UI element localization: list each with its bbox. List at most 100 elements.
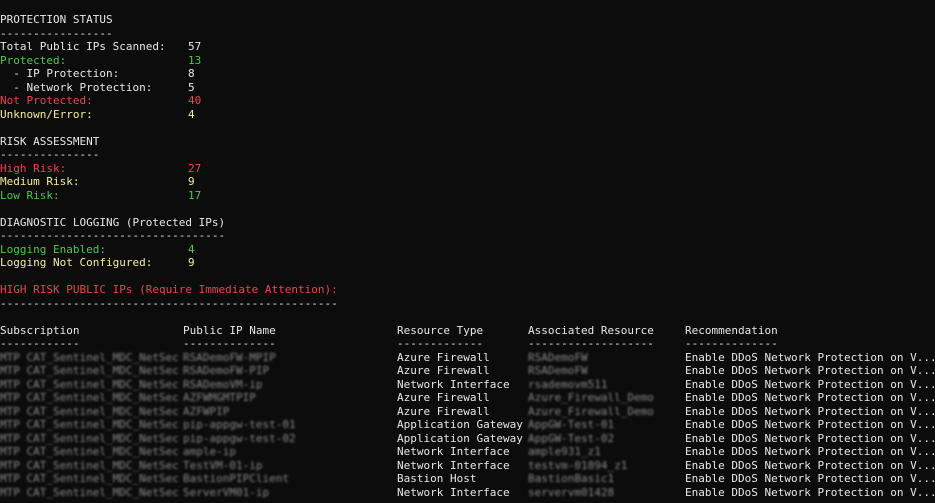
logging-row: Logging Enabled: 4 bbox=[0, 243, 260, 257]
table-row-cell-1: TestVM-01-ip bbox=[183, 458, 263, 472]
table-row-cell-3: AppGW-Test-01 bbox=[528, 418, 615, 431]
table-row-cell-1: RSADemoFW-MPIP bbox=[183, 350, 276, 364]
table-row-cell-0: MTP CAT_Sentinel_MDC_NetSec bbox=[0, 431, 179, 445]
table-row-cell-0: MTP CAT_Sentinel_MDC_NetSec bbox=[0, 485, 179, 499]
table-row-cell-3: RSADemoFW bbox=[528, 350, 588, 364]
table-row: MTP CAT_Sentinel_MDC_NetSec pip-appgw-tes… bbox=[0, 432, 935, 446]
table-row-cell-0: MTP CAT_Sentinel_MDC_NetSec bbox=[0, 377, 179, 391]
protection-label: - IP Protection: bbox=[0, 67, 120, 80]
table-row-cell-2: Application Gateway bbox=[397, 431, 523, 445]
table-row-cell-2: Network Interface bbox=[397, 458, 510, 472]
table-row-cell-0: MTP CAT_Sentinel_MDC_NetSec bbox=[0, 445, 179, 458]
protection-label: Not Protected: bbox=[0, 94, 93, 107]
risk-value: 27 bbox=[188, 161, 202, 175]
protection-row: Total Public IPs Scanned: 57 bbox=[0, 40, 260, 54]
table-row-cell-2: Azure Firewall bbox=[397, 350, 490, 364]
table-rule-cell-0: ------------ bbox=[0, 337, 80, 350]
table-row: MTP CAT_Sentinel_MDC_NetSec RSADemoVM-ip N… bbox=[0, 378, 935, 392]
table-row: MTP CAT_Sentinel_MDC_NetSec BastionPIPCli… bbox=[0, 472, 935, 486]
table-header-cell-4: Recommendation bbox=[685, 323, 778, 337]
logging-value: 4 bbox=[188, 242, 195, 256]
table-rule-cell-1: -------------- bbox=[183, 337, 276, 350]
table-row-cell-2: Azure Firewall bbox=[397, 391, 490, 404]
table-row: MTP CAT_Sentinel_MDC_NetSec ServerVM01-ip… bbox=[0, 486, 935, 500]
table-row-cell-3: RSADemoFW bbox=[528, 364, 588, 377]
table-row: MTP CAT_Sentinel_MDC_NetSec AZFWMGMTPIP Az… bbox=[0, 391, 935, 405]
table-row-cell-2: Network Interface bbox=[397, 485, 510, 499]
risk-label: High Risk: bbox=[0, 161, 67, 175]
terminal-window: { "protection": { "header": "PROTECTION … bbox=[0, 0, 935, 503]
table-row-cell-3: Azure_Firewall_Demo bbox=[528, 404, 654, 418]
table-row: MTP CAT_Sentinel_MDC_NetSec AZFWPIP Azure … bbox=[0, 405, 935, 419]
table-row-cell-3: AppGW-Test-02 bbox=[528, 431, 615, 445]
table-rule-cell-2: ------------- bbox=[397, 337, 484, 350]
protection-row: - IP Protection: 8 bbox=[0, 67, 260, 81]
table-row-cell-4: Enable DDoS Network Protection on V... bbox=[685, 391, 935, 404]
table-row-cell-2: Network Interface bbox=[397, 445, 510, 458]
risk-value: 17 bbox=[188, 188, 202, 202]
table-row: MTP CAT_Sentinel_MDC_NetSec ample-ip Netwo… bbox=[0, 445, 935, 459]
table-row-cell-3: Azure_Firewall_Demo bbox=[528, 391, 654, 404]
risk-header: RISK ASSESSMENT bbox=[0, 134, 100, 148]
logging-label: Logging Not Configured: bbox=[0, 256, 153, 269]
table-row-cell-4: Enable DDoS Network Protection on V... bbox=[685, 458, 935, 472]
table-row-cell-1: RSADemoFW-PIP bbox=[183, 364, 270, 377]
table-row-cell-4: Enable DDoS Network Protection on V... bbox=[685, 350, 935, 364]
protection-value: 40 bbox=[188, 94, 202, 107]
table-row-cell-1: AZFWPIP bbox=[183, 404, 230, 418]
table-row-cell-1: AZFWMGMTPIP bbox=[183, 391, 256, 404]
protection-row: Protected: 13 bbox=[0, 54, 260, 68]
table-row-cell-4: Enable DDoS Network Protection on V... bbox=[685, 418, 935, 431]
risk-rule: --------------- bbox=[0, 148, 100, 161]
protection-label: Unknown/Error: bbox=[0, 107, 93, 121]
logging-row: Logging Not Configured: 9 bbox=[0, 256, 260, 270]
table-row-cell-1: BastionPIPClient bbox=[183, 472, 289, 485]
table-row-cell-1: pip-appgw-test-02 bbox=[183, 431, 296, 445]
protection-value: 8 bbox=[188, 67, 195, 80]
table-header-cell-3: Associated Resource bbox=[528, 323, 654, 337]
protection-label: - Network Protection: bbox=[0, 80, 153, 94]
table-row: MTP CAT_Sentinel_MDC_NetSec RSADemoFW-PIP… bbox=[0, 364, 935, 378]
table-row-cell-3: BastionBasic1 bbox=[528, 472, 615, 485]
table-row-cell-3: ample931_z1 bbox=[528, 445, 601, 458]
table-row-cell-1: ample-ip bbox=[183, 445, 236, 458]
logging-header: DIAGNOSTIC LOGGING (Protected IPs) bbox=[0, 215, 226, 229]
table-row-cell-0: MTP CAT_Sentinel_MDC_NetSec bbox=[0, 404, 179, 418]
protection-row: Not Protected: 40 bbox=[0, 94, 260, 108]
protection-value: 4 bbox=[188, 107, 195, 121]
protection-label: Protected: bbox=[0, 53, 67, 67]
table-row-cell-0: MTP CAT_Sentinel_MDC_NetSec bbox=[0, 418, 179, 431]
table-row-cell-2: Bastion Host bbox=[397, 472, 477, 485]
table-rule: ------------ -------------- ------------- -… bbox=[0, 337, 935, 351]
table-row-cell-4: Enable DDoS Network Protection on V... bbox=[685, 404, 935, 418]
table-row-cell-0: MTP CAT_Sentinel_MDC_NetSec bbox=[0, 364, 179, 377]
table-row-cell-3: servervm01428 bbox=[528, 485, 615, 499]
table-row-cell-4: Enable DDoS Network Protection on V... bbox=[685, 377, 935, 391]
table-row-cell-2: Azure Firewall bbox=[397, 404, 490, 418]
risk-value: 9 bbox=[188, 175, 195, 188]
risk-row: High Risk: 27 bbox=[0, 162, 260, 176]
table-row-cell-4: Enable DDoS Network Protection on V... bbox=[685, 364, 935, 377]
protection-row: Unknown/Error: 4 bbox=[0, 108, 260, 122]
table-row: MTP CAT_Sentinel_MDC_NetSec TestVM-01-ip N… bbox=[0, 459, 935, 473]
table-row-cell-3: rsademovm511 bbox=[528, 377, 608, 391]
table-rule-cell-3: ------------------- bbox=[528, 337, 654, 350]
logging-label: Logging Enabled: bbox=[0, 242, 106, 256]
risk-row: Low Risk: 17 bbox=[0, 189, 260, 203]
protection-value: 57 bbox=[188, 40, 202, 53]
table-row-cell-0: MTP CAT_Sentinel_MDC_NetSec bbox=[0, 458, 179, 472]
table-row: MTP CAT_Sentinel_MDC_NetSec pip-appgw-tes… bbox=[0, 418, 935, 432]
table-row-cell-0: MTP CAT_Sentinel_MDC_NetSec bbox=[0, 350, 179, 364]
protection-row: - Network Protection: 5 bbox=[0, 81, 260, 95]
table-header-cell-1: Public IP Name bbox=[183, 323, 276, 337]
table-header-cell-2: Resource Type bbox=[397, 323, 484, 337]
risk-row: Medium Risk: 9 bbox=[0, 175, 260, 189]
table-row-cell-3: testvm-01894_z1 bbox=[528, 458, 628, 472]
table-row-cell-2: Network Interface bbox=[397, 377, 510, 391]
table-row-cell-2: Azure Firewall bbox=[397, 364, 490, 377]
table-row-cell-4: Enable DDoS Network Protection on V... bbox=[685, 485, 935, 499]
table-row: MTP CAT_Sentinel_MDC_NetSec RSADemoFW-MPI… bbox=[0, 351, 935, 365]
table-header: Subscription Public IP Name Resource Type A… bbox=[0, 324, 935, 338]
protection-value: 13 bbox=[188, 53, 202, 67]
high-risk-header: HIGH RISK PUBLIC IPs (Require Immediate … bbox=[0, 283, 338, 296]
